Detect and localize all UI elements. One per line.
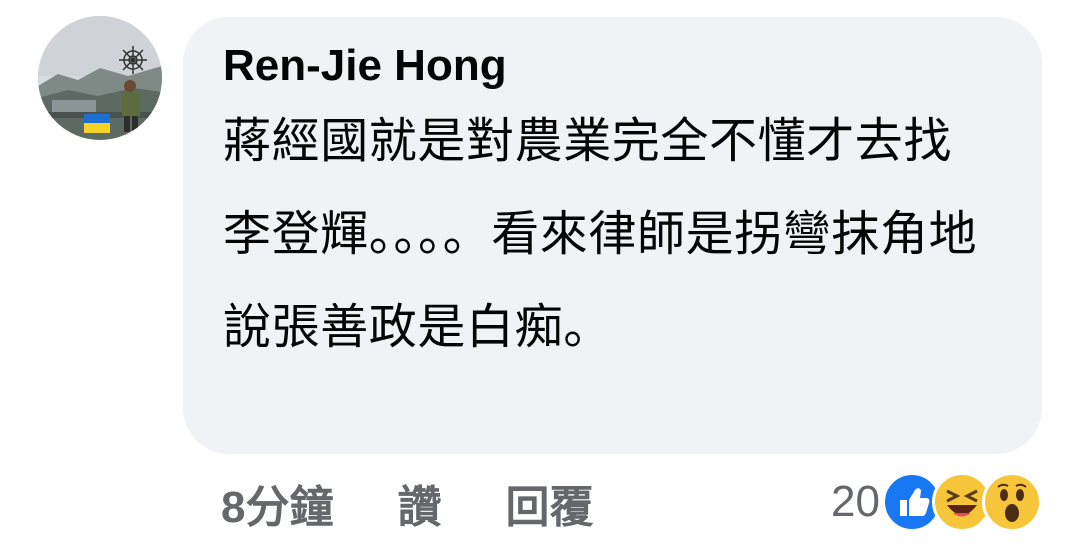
avatar[interactable] [38,16,162,140]
comment-bubble: Ren-Jie Hong 蔣經國就是對農業完全不懂才去找李登輝。。。。看來律師是… [183,17,1042,454]
comment-actions: 8分鐘 讚 回覆 [221,470,593,536]
comment-author[interactable]: Ren-Jie Hong [223,39,1002,93]
reply-button[interactable]: 回覆 [505,471,593,535]
reactions-summary[interactable]: 20 [831,472,1042,532]
wow-icon [982,472,1042,532]
avatar-photo [38,16,162,140]
comment-text: 蔣經國就是對農業完全不懂才去找李登輝。。。。看來律師是拐彎抹角地說張善政是白痴。 [223,115,978,354]
like-button[interactable]: 讚 [397,471,441,535]
comment-timestamp[interactable]: 8分鐘 [221,471,333,535]
reaction-count[interactable]: 20 [831,477,880,527]
